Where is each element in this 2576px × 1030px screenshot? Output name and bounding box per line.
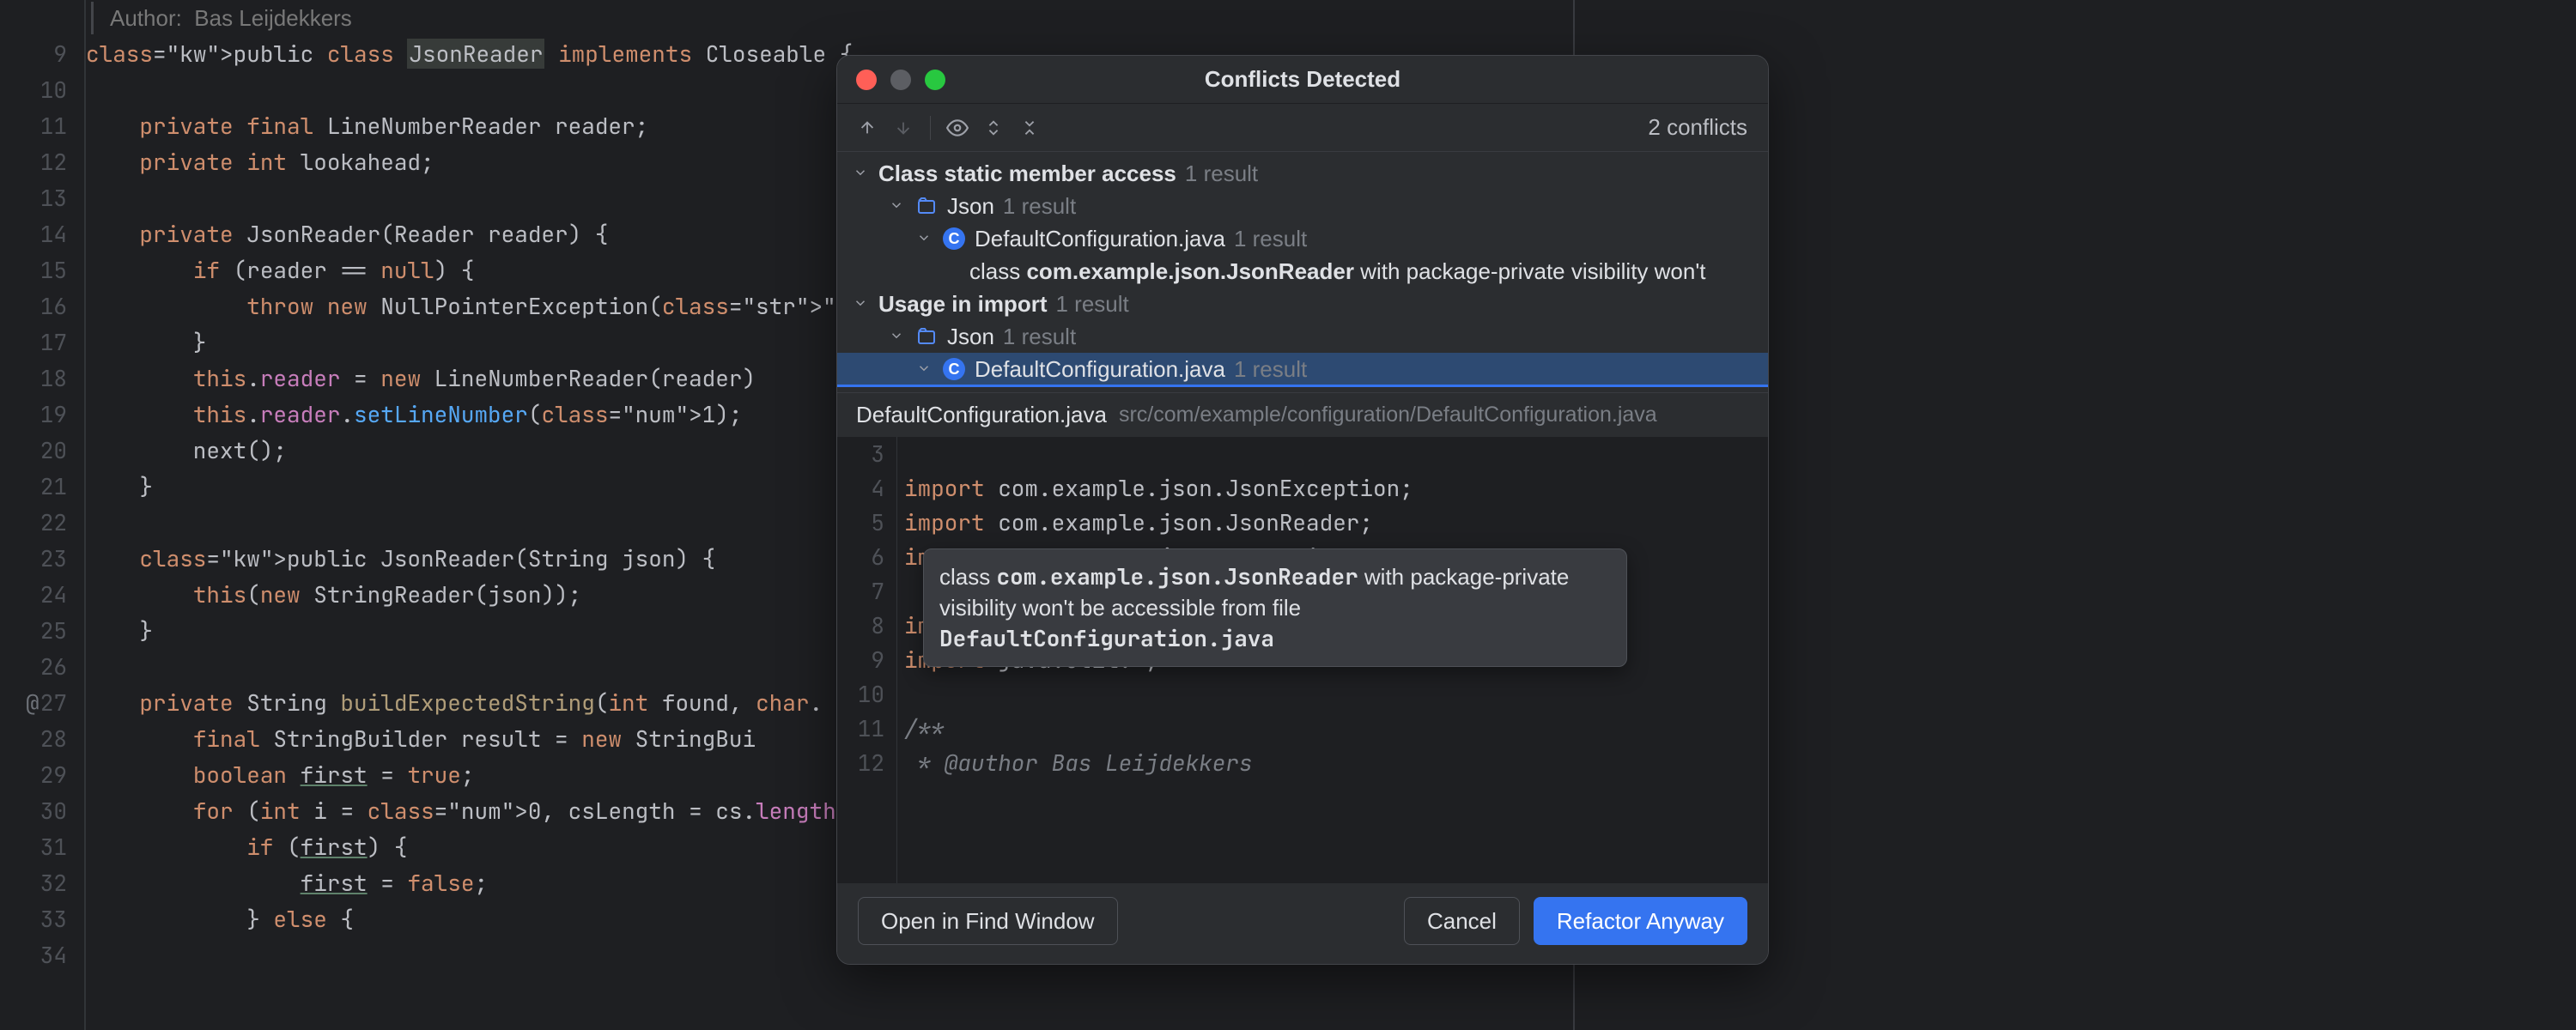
preview-line bbox=[904, 677, 1768, 712]
class-icon: C bbox=[942, 227, 966, 251]
class-icon: C bbox=[942, 357, 966, 381]
cancel-button[interactable]: Cancel bbox=[1404, 897, 1520, 945]
preview-line: * @author Bas Leijdekkers bbox=[904, 746, 1768, 780]
preview-line bbox=[904, 437, 1768, 471]
tree-group-label: Class static member access bbox=[878, 161, 1176, 187]
next-occurrence-icon[interactable] bbox=[889, 113, 918, 142]
module-icon bbox=[914, 324, 939, 348]
collapse-all-icon[interactable] bbox=[1015, 113, 1044, 142]
preview-line: /** bbox=[904, 712, 1768, 746]
tree-package-label: Json bbox=[947, 193, 994, 220]
refactor-anyway-button[interactable]: Refactor Anyway bbox=[1534, 897, 1747, 945]
preview-editor[interactable]: 3456789101112 import com.example.json.Js… bbox=[837, 437, 1768, 883]
preview-gutter: 3456789101112 bbox=[837, 437, 897, 883]
preview-header: DefaultConfiguration.java src/com/exampl… bbox=[837, 392, 1768, 437]
tree-package-label: Json bbox=[947, 324, 994, 350]
preview-filename: DefaultConfiguration.java bbox=[856, 402, 1107, 428]
tree-file-count: 1 result bbox=[1234, 226, 1307, 252]
dialog-toolbar: 2 conflicts bbox=[837, 104, 1768, 152]
window-controls bbox=[837, 70, 945, 90]
conflicts-tree[interactable]: Class static member access 1 result Json… bbox=[837, 152, 1768, 392]
chevron-down-icon bbox=[916, 360, 933, 378]
tree-file-count: 1 result bbox=[1234, 356, 1307, 383]
tree-package[interactable]: Json 1 result bbox=[837, 190, 1768, 222]
tree-file[interactable]: C DefaultConfiguration.java 1 result bbox=[837, 222, 1768, 255]
chevron-down-icon bbox=[889, 197, 906, 215]
close-window-icon[interactable] bbox=[856, 70, 877, 90]
conflict-count: 2 conflicts bbox=[1648, 114, 1753, 141]
tree-file[interactable]: C DefaultConfiguration.java 1 result bbox=[837, 353, 1768, 385]
tree-group[interactable]: Class static member access 1 result bbox=[837, 157, 1768, 190]
prev-occurrence-icon[interactable] bbox=[853, 113, 882, 142]
editor-gutter: 91011121314151617181920212223242526@2728… bbox=[0, 0, 86, 1030]
tree-group-label: Usage in import bbox=[878, 291, 1047, 318]
open-in-find-window-button[interactable]: Open in Find Window bbox=[858, 897, 1118, 945]
tree-package-count: 1 result bbox=[1003, 193, 1076, 220]
preview-line: import com.example.json.JsonException; bbox=[904, 471, 1768, 506]
chevron-down-icon bbox=[853, 295, 870, 312]
dialog-title: Conflicts Detected bbox=[837, 66, 1768, 93]
tree-package[interactable]: Json 1 result bbox=[837, 320, 1768, 353]
tree-file-label: DefaultConfiguration.java bbox=[975, 356, 1225, 383]
module-icon bbox=[914, 194, 939, 218]
conflicts-dialog: Conflicts Detected 2 conflicts Class sta… bbox=[836, 55, 1769, 965]
toolbar-separator bbox=[930, 116, 931, 140]
dialog-titlebar: Conflicts Detected bbox=[837, 56, 1768, 104]
chevron-down-icon bbox=[853, 165, 870, 182]
chevron-down-icon bbox=[916, 230, 933, 247]
chevron-down-icon bbox=[889, 328, 906, 345]
tree-usage[interactable]: class com.example.json.JsonReader with p… bbox=[837, 255, 1768, 288]
tree-package-count: 1 result bbox=[1003, 324, 1076, 350]
preview-toggle-icon[interactable] bbox=[943, 113, 972, 142]
zoom-window-icon[interactable] bbox=[925, 70, 945, 90]
tree-group[interactable]: Usage in import 1 result bbox=[837, 288, 1768, 320]
author-annotation: Author: Bas Leijdekkers bbox=[86, 0, 1573, 36]
tree-usage-text: class com.example.json.JsonReader with p… bbox=[969, 258, 1706, 285]
minimize-window-icon bbox=[890, 70, 911, 90]
tree-file-label: DefaultConfiguration.java bbox=[975, 226, 1225, 252]
preview-line: import com.example.json.JsonReader; bbox=[904, 506, 1768, 540]
dialog-button-bar: Open in Find Window Cancel Refactor Anyw… bbox=[837, 883, 1768, 964]
tree-group-count: 1 result bbox=[1055, 291, 1128, 318]
conflict-tooltip: class com.example.json.JsonReader with p… bbox=[923, 548, 1627, 667]
tree-group-count: 1 result bbox=[1185, 161, 1258, 187]
expand-all-icon[interactable] bbox=[979, 113, 1008, 142]
preview-filepath: src/com/example/configuration/DefaultCon… bbox=[1119, 403, 1657, 427]
